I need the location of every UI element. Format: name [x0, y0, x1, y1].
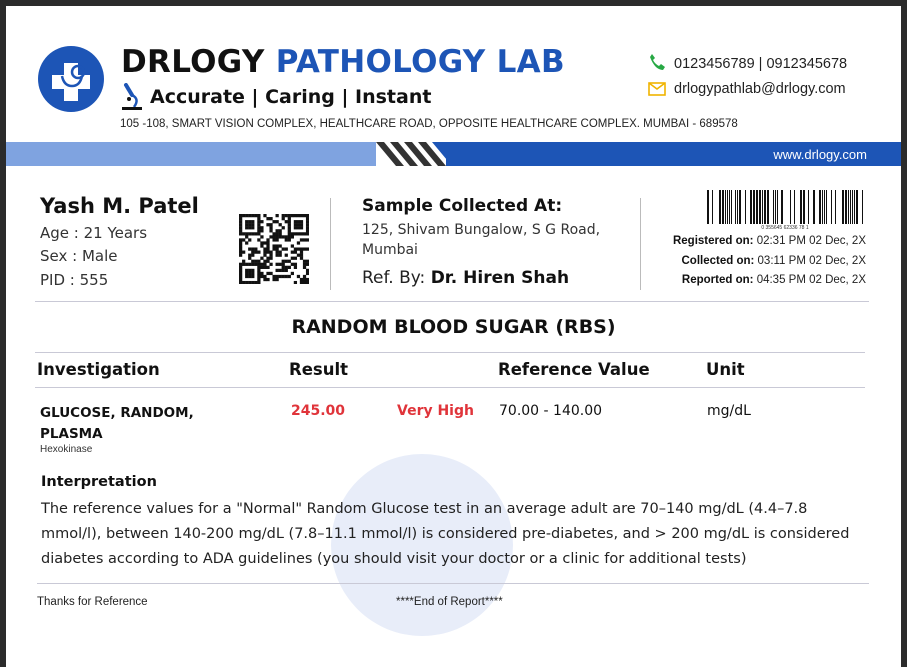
band-right: www.drlogy.com	[446, 142, 901, 166]
divider	[640, 198, 641, 290]
qr-code-icon	[239, 214, 309, 284]
sample-address: 125, Shivam Bungalow, S G Road, Mumbai	[362, 222, 601, 258]
header-band: www.drlogy.com	[6, 142, 901, 166]
reported-value: 04:35 PM 02 Dec, 2X	[756, 274, 866, 286]
collected-on: Collected on: 03:11 PM 02 Dec, 2X	[681, 255, 866, 267]
registered-on: Registered on: 02:31 PM 02 Dec, 2X	[673, 235, 866, 247]
footer-thanks: Thanks for Reference	[37, 596, 148, 608]
phone-icon	[648, 54, 674, 72]
contact-email[interactable]: drlogypathlab@drlogy.com	[648, 81, 846, 97]
report-title: RANDOM BLOOD SUGAR (RBS)	[291, 316, 616, 338]
website-link[interactable]: www.drlogy.com	[773, 147, 867, 162]
interpretation-text: The reference values for a "Normal" Rand…	[41, 501, 850, 567]
registered-value: 02:31 PM 02 Dec, 2X	[756, 235, 866, 247]
ref-doctor: Dr. Hiren Shah	[430, 268, 570, 288]
envelope-icon	[648, 81, 674, 97]
microscope-icon	[120, 83, 146, 116]
unit-value: mg/dL	[707, 403, 751, 419]
patient-name: Yash M. Patel	[40, 194, 199, 218]
referred-by: Ref. By: Dr. Hiren Shah	[362, 268, 569, 288]
ref-label: Ref. By:	[362, 268, 426, 288]
column-reference: Reference Value	[498, 360, 650, 379]
brand-part1: DRLOGY	[121, 44, 265, 80]
reference-value: 70.00 - 140.00	[499, 403, 603, 419]
footer-end: ****End of Report****	[396, 596, 503, 608]
email-address: drlogypathlab@drlogy.com	[674, 81, 846, 97]
divider	[35, 387, 865, 388]
barcode-icon	[707, 190, 863, 224]
patient-sex: Sex : Male	[40, 247, 118, 265]
barcode-number: 0 355645 62336 78 1	[761, 225, 809, 231]
reported-on: Reported on: 04:35 PM 02 Dec, 2X	[682, 274, 866, 286]
investigation-name: GLUCOSE, RANDOM, PLASMA	[40, 405, 194, 442]
report-page: DRLOGY PATHOLOGY LAB Accurate | Caring |…	[6, 6, 901, 667]
lab-address: 105 -108, SMART VISION COMPLEX, HEALTHCA…	[120, 118, 738, 130]
registered-label: Registered on:	[672, 235, 754, 247]
collected-value: 03:11 PM 02 Dec, 2X	[757, 255, 866, 267]
reported-label: Reported on:	[681, 274, 754, 286]
sample-collected-title: Sample Collected At:	[362, 196, 563, 216]
phone-numbers: 0123456789 | 0912345678	[674, 56, 848, 72]
result-flag: Very High	[397, 403, 474, 419]
result-value: 245.00	[291, 403, 346, 419]
investigation-method: Hexokinase	[40, 444, 93, 455]
patient-age: Age : 21 Years	[40, 224, 148, 242]
divider	[35, 301, 869, 302]
divider	[35, 352, 865, 353]
column-investigation: Investigation	[37, 360, 160, 379]
column-result: Result	[289, 360, 349, 379]
lab-name: DRLOGY PATHOLOGY LAB	[121, 44, 565, 80]
divider	[37, 583, 869, 584]
patient-pid: PID : 555	[40, 271, 109, 289]
column-unit: Unit	[706, 360, 745, 379]
interpretation-title: Interpretation	[41, 474, 157, 490]
contact-phone[interactable]: 0123456789 | 0912345678	[648, 53, 847, 72]
band-left	[6, 142, 376, 166]
divider	[330, 198, 331, 290]
stethoscope-cross-logo-icon	[38, 46, 104, 112]
brand-part2: PATHOLOGY LAB	[275, 44, 565, 80]
tagline: Accurate | Caring | Instant	[150, 86, 432, 108]
collected-label: Collected on:	[681, 255, 755, 267]
